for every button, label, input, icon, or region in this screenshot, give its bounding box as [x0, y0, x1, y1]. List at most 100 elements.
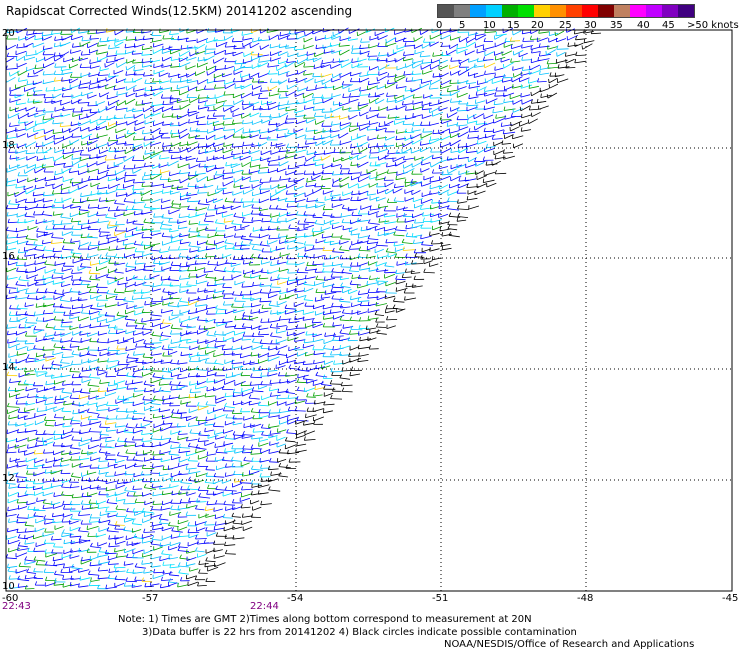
wind-barb-feather	[405, 77, 408, 82]
wind-barb	[205, 215, 215, 217]
wind-barb-feather	[567, 42, 570, 47]
wind-barb	[242, 315, 253, 317]
wind-barb	[467, 197, 478, 201]
wind-barb	[142, 356, 153, 359]
wind-barb	[258, 82, 268, 84]
wind-barb	[15, 50, 27, 56]
wind-barb	[97, 175, 107, 181]
wind-barb-feather	[133, 351, 135, 356]
wind-barb	[170, 191, 180, 195]
wind-barb	[258, 97, 269, 99]
wind-barb-feather	[43, 155, 45, 160]
wind-barb	[503, 92, 515, 97]
wind-barb	[205, 276, 217, 279]
wind-barb-feather	[80, 224, 83, 229]
wind-barb-feather	[50, 113, 53, 118]
wind-barb	[294, 302, 304, 307]
wind-barb-feather	[15, 56, 18, 61]
wind-barb	[485, 77, 496, 83]
wind-barb-feather	[6, 52, 9, 57]
wind-barb	[304, 106, 314, 110]
wind-barb	[395, 272, 406, 275]
wind-barb	[430, 213, 441, 218]
wind-barb-feather	[330, 287, 333, 292]
wind-barb-feather	[105, 252, 108, 257]
wind-barb-feather	[279, 147, 281, 152]
wind-barb-feather	[405, 232, 409, 237]
wind-barb	[404, 197, 415, 202]
wind-barb	[223, 94, 235, 96]
wind-barb	[113, 117, 124, 120]
wind-barb	[376, 171, 388, 177]
wind-barb	[60, 101, 71, 106]
wind-barb-feather	[205, 253, 208, 258]
wind-barb-feather	[242, 311, 245, 316]
wind-barb-feather	[43, 302, 45, 307]
wind-barb-feather	[483, 105, 485, 110]
wind-barb-feather	[25, 289, 28, 294]
wind-barb-feather	[349, 267, 352, 272]
wind-barb-feather	[107, 351, 109, 356]
wind-barb	[423, 260, 433, 265]
wind-barb-feather	[222, 190, 224, 195]
wind-barb	[52, 131, 64, 134]
wind-barb-feather	[61, 267, 63, 272]
wind-barb-feather	[241, 100, 244, 105]
wind-barb	[502, 79, 512, 83]
wind-barb-feather	[393, 297, 396, 302]
wind-barb	[78, 102, 89, 104]
wind-barb-feather	[162, 113, 164, 118]
wind-barb-feather	[115, 220, 118, 226]
wind-barb	[214, 87, 225, 89]
wind-barb	[159, 72, 169, 77]
wind-barb-feather	[403, 212, 406, 217]
wind-barb	[243, 51, 255, 57]
wind-barb	[43, 318, 55, 322]
wind-barb	[250, 164, 260, 168]
wind-barb-feather	[187, 182, 190, 187]
wind-barb	[180, 103, 191, 110]
wind-barb-feather	[269, 78, 272, 83]
wind-barb	[441, 244, 451, 247]
wind-barb	[24, 215, 35, 218]
wind-barb-feather	[107, 164, 109, 169]
wind-barb-feather	[141, 63, 144, 68]
wind-barb-feather	[115, 106, 118, 111]
wind-barb-feather	[321, 94, 324, 99]
wind-barb	[99, 259, 111, 265]
wind-barb-feather	[180, 351, 183, 356]
wind-barb	[24, 263, 36, 267]
wind-barb	[16, 270, 28, 273]
wind-barb	[384, 273, 396, 279]
wind-barb	[503, 155, 516, 160]
wind-barb-feather	[171, 184, 173, 189]
wind-barb	[485, 134, 496, 139]
wind-barb-feather	[198, 220, 201, 225]
wind-barb-feather	[395, 275, 398, 280]
wind-barb	[133, 138, 145, 141]
wind-barb	[108, 139, 118, 142]
wind-barb	[359, 47, 370, 50]
wind-barb-feather	[259, 105, 262, 111]
wind-barb-feather	[258, 206, 261, 211]
wind-barb	[42, 349, 55, 351]
wind-barb-feather	[441, 245, 444, 250]
wind-barb-feather	[61, 353, 64, 358]
wind-barb-feather	[329, 309, 332, 314]
wind-barb	[223, 105, 235, 112]
wind-barb-feather	[468, 94, 470, 99]
wind-barb	[332, 251, 345, 253]
wind-barb	[404, 189, 414, 194]
wind-barb	[366, 225, 378, 231]
wind-barb-feather	[286, 254, 289, 260]
wind-barb	[360, 228, 372, 232]
wind-barb-feather	[269, 323, 273, 328]
wind-barb-feather	[188, 213, 190, 218]
wind-barb-feather	[329, 141, 332, 146]
wind-barb-feather	[249, 290, 252, 295]
wind-barb	[338, 132, 349, 139]
wind-barb-feather	[421, 105, 424, 110]
wind-barb	[331, 78, 341, 83]
wind-barb	[16, 55, 25, 62]
wind-barb	[429, 263, 439, 267]
